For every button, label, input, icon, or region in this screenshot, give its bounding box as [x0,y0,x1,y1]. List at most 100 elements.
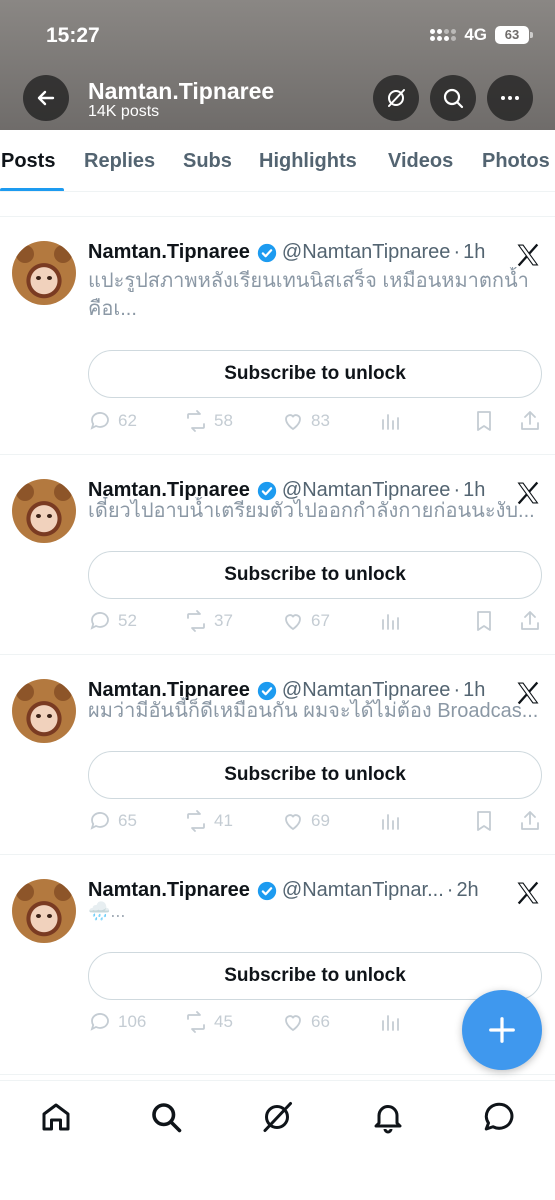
share-button[interactable] [518,809,542,833]
views-chart-icon [382,614,399,630]
message-icon [484,1102,514,1131]
reply-button[interactable]: 62 [88,409,137,433]
avatar[interactable] [12,479,76,543]
reply-count: 65 [118,811,137,830]
reply-icon [90,812,109,830]
compose-post-button[interactable] [462,990,542,1070]
post-item[interactable]: Namtan.Tipnaree @NamtanTipnaree · 1h แปะ… [0,217,555,455]
avatar[interactable] [12,679,76,743]
bookmark-button[interactable] [472,809,496,833]
subscribe-button[interactable]: Subscribe to unlock [88,751,542,799]
post-meta: Namtan.Tipnaree @NamtanTipnaree · 1h [88,241,486,264]
post-time: 1h [463,241,486,263]
reply-button[interactable]: 65 [88,809,137,833]
tab-highlights[interactable]: Highlights [259,150,357,173]
post-text: 🌧️... [88,901,126,921]
heart-icon [285,614,301,631]
profile-tabs: Posts Replies Subs Highlights Videos Pho… [0,130,555,192]
tab-photos[interactable]: Photos [482,150,550,173]
nav-grok[interactable] [259,1099,295,1135]
views-button[interactable] [378,609,402,633]
subscribe-button[interactable]: Subscribe to unlock [88,952,542,1000]
like-button[interactable]: 67 [281,609,330,633]
profile-header: 15:27 4G 63 Namtan.Tipnaree 14K posts [0,0,555,130]
like-count: 83 [311,411,330,430]
tab-replies[interactable]: Replies [84,150,155,173]
repost-count: 37 [214,611,233,630]
nav-notifications[interactable] [370,1099,406,1135]
repost-count: 45 [214,1012,233,1031]
grok-icon [263,1102,292,1132]
bookmark-button[interactable] [472,609,496,633]
battery-icon: 63 [495,26,533,44]
post-text: เดี๋ยวไปอาบน้ำเตรียมตัวไปออกกำลังกายก่อน… [88,500,535,522]
author-name[interactable]: Namtan.Tipnaree [88,241,250,264]
subscribe-button[interactable]: Subscribe to unlock [88,350,542,398]
like-button[interactable]: 69 [281,809,330,833]
repost-icon [187,1011,205,1033]
views-chart-icon [382,414,399,430]
like-button[interactable]: 66 [281,1010,330,1034]
heart-icon [285,814,301,831]
share-icon [521,411,539,430]
views-button[interactable] [378,809,402,833]
tab-subs[interactable]: Subs [183,150,232,173]
share-button[interactable] [518,609,542,633]
like-count: 67 [311,611,330,630]
views-chart-icon [382,814,399,830]
search-icon [152,1103,182,1133]
views-button[interactable] [378,409,402,433]
repost-count: 41 [214,811,233,830]
tab-posts[interactable]: Posts [1,150,55,173]
repost-button[interactable]: 58 [184,409,233,433]
x-logo-icon [517,243,539,267]
nav-search[interactable] [148,1099,184,1135]
like-button[interactable]: 83 [281,409,330,433]
reply-icon [90,412,109,430]
search-icon [443,88,464,109]
bookmark-button[interactable] [472,409,496,433]
reply-button[interactable]: 52 [88,609,137,633]
repost-icon [187,410,205,432]
nav-messages[interactable] [481,1099,517,1135]
avatar[interactable] [12,879,76,943]
repost-count: 58 [214,411,233,430]
more-button[interactable] [487,75,533,121]
repost-icon [187,810,205,832]
back-button[interactable] [23,75,69,121]
reply-count: 62 [118,411,137,430]
reply-icon [90,612,109,630]
repost-button[interactable]: 37 [184,609,233,633]
arrow-left-icon [37,90,55,106]
views-button[interactable] [378,1010,402,1034]
heart-icon [285,1015,301,1032]
repost-button[interactable]: 41 [184,809,233,833]
post-text: ผมว่ามีอันนี้ก็ดีเหมือนกัน ผมจะได้ไม่ต้อ… [88,700,539,722]
repost-button[interactable]: 45 [184,1010,233,1034]
views-chart-icon [382,1015,399,1031]
bottom-navigation [0,1080,555,1200]
grok-button[interactable] [373,75,419,121]
network-type: 4G [464,25,487,44]
reply-button[interactable]: 106 [88,1010,146,1034]
home-icon [42,1103,70,1131]
post-item[interactable]: Namtan.Tipnaree @NamtanTipnaree · 1h ผมว… [0,655,555,855]
heart-icon [285,414,301,431]
bell-icon [374,1105,402,1134]
author-handle[interactable]: @NamtanTipnaree [282,241,451,264]
post-actions: 65 41 69 [88,809,542,839]
repost-icon [187,610,205,632]
post-count: 14K posts [88,103,160,120]
tab-videos[interactable]: Videos [388,150,453,173]
post-item[interactable]: Namtan.Tipnaree @NamtanTipnaree · 1h เดี… [0,455,555,655]
like-count: 69 [311,811,330,830]
share-button[interactable] [518,409,542,433]
search-button[interactable] [430,75,476,121]
avatar[interactable] [12,241,76,305]
nav-home[interactable] [38,1099,74,1135]
active-tab-indicator [0,188,64,191]
plus-icon [489,1017,515,1043]
signal-icon [430,29,457,41]
subscribe-button[interactable]: Subscribe to unlock [88,551,542,599]
bookmark-icon [477,811,491,831]
